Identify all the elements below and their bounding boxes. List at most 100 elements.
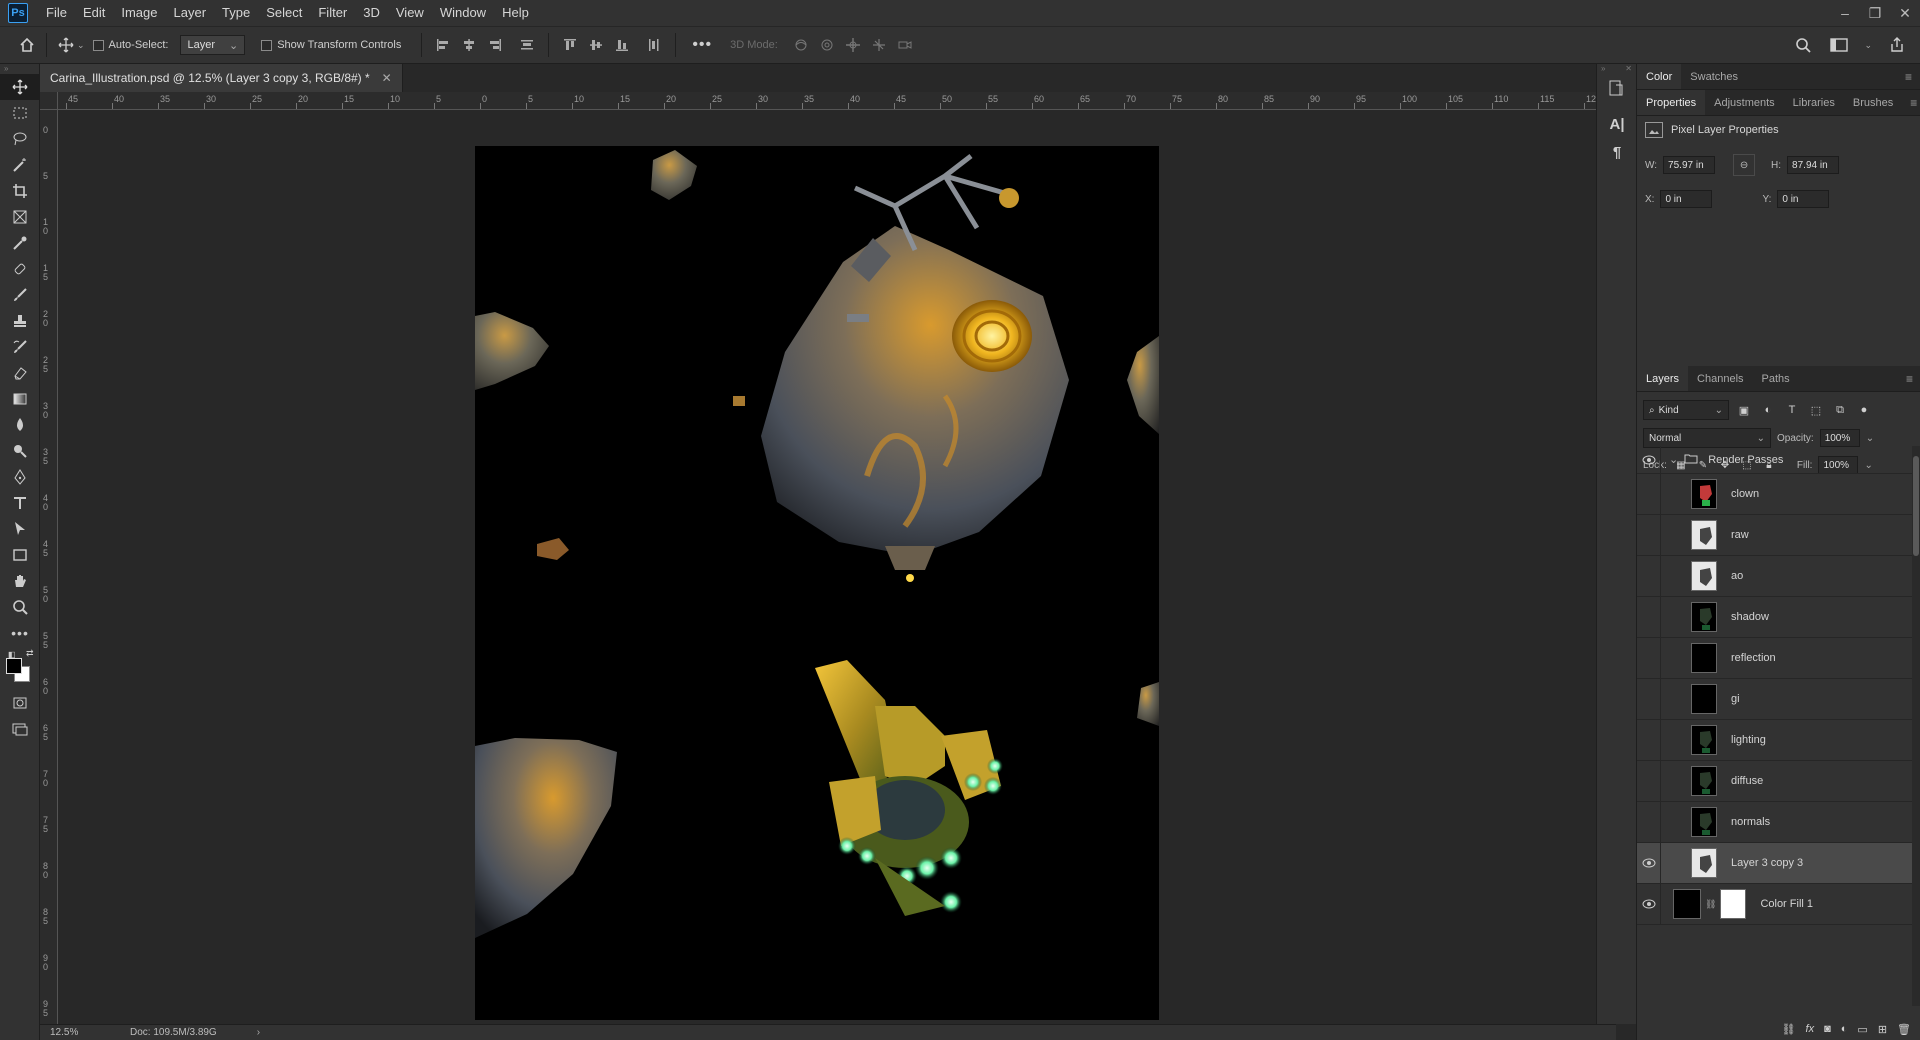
- move-tool-icon[interactable]: [0, 74, 40, 100]
- auto-select-dropdown[interactable]: Layer ⌄: [180, 35, 246, 55]
- swap-colors-icon[interactable]: ⇄: [26, 648, 34, 659]
- layer-group-render-passes[interactable]: ⌄ Render Passes: [1637, 446, 1913, 474]
- chevron-down-icon[interactable]: ⌄: [77, 40, 85, 51]
- eye-icon[interactable]: [1637, 802, 1661, 842]
- align-right-icon[interactable]: [486, 36, 504, 54]
- tab-swatches[interactable]: Swatches: [1681, 64, 1747, 89]
- chevron-right-icon[interactable]: ›: [257, 1027, 260, 1038]
- menu-3d[interactable]: 3D: [355, 0, 388, 26]
- tab-color[interactable]: Color: [1637, 64, 1682, 89]
- layer-row[interactable]: Layer 3 copy 3: [1637, 843, 1913, 884]
- menu-edit[interactable]: Edit: [75, 0, 113, 26]
- chevron-down-icon[interactable]: ⌄: [1864, 40, 1872, 51]
- layer-row[interactable]: gi: [1637, 679, 1913, 720]
- height-input[interactable]: 87.94 in: [1787, 156, 1840, 174]
- ruler-origin[interactable]: [40, 92, 58, 110]
- eye-icon[interactable]: [1637, 515, 1661, 555]
- show-transform-controls-checkbox[interactable]: Show Transform Controls: [261, 39, 401, 51]
- eraser-icon[interactable]: [0, 360, 40, 386]
- shape-filter-icon[interactable]: ⬚: [1807, 401, 1825, 419]
- align-middle-icon[interactable]: [587, 36, 605, 54]
- tab-adjustments[interactable]: Adjustments: [1705, 90, 1784, 115]
- link-layers-icon[interactable]: ⛓: [1782, 1023, 1796, 1036]
- eyedropper-icon[interactable]: [0, 230, 40, 256]
- horizontal-ruler[interactable]: 45 40 35 30 25 20 15 10 5 0 5 10 15 20 25 30 35 40 45 50 55 6…: [58, 92, 1616, 110]
- menu-window[interactable]: Window: [432, 0, 494, 26]
- blur-tool-icon[interactable]: [0, 412, 40, 438]
- auto-select-checkbox[interactable]: Auto-Select:: [92, 39, 168, 51]
- menu-layer[interactable]: Layer: [166, 0, 215, 26]
- new-group-icon[interactable]: ▭: [1857, 1023, 1867, 1036]
- adjustment-layer-icon[interactable]: ◐: [1841, 1023, 1848, 1035]
- home-icon[interactable]: [16, 34, 38, 56]
- eye-icon[interactable]: [1637, 597, 1661, 637]
- x-input[interactable]: 0 in: [1660, 190, 1713, 208]
- layer-kind-filter[interactable]: ⌕ Kind ⌄: [1643, 400, 1729, 420]
- expand-panels-icon[interactable]: »: [1601, 64, 1605, 74]
- link-icon[interactable]: ⛓: [1705, 899, 1716, 910]
- gradient-tool-icon[interactable]: [0, 386, 40, 412]
- layer-row[interactable]: diffuse: [1637, 761, 1913, 802]
- history-panel-icon[interactable]: [1597, 74, 1637, 102]
- link-icon[interactable]: ⊖: [1733, 154, 1756, 176]
- pixel-filter-icon[interactable]: ▣: [1735, 401, 1753, 419]
- y-input[interactable]: 0 in: [1777, 190, 1830, 208]
- eye-icon[interactable]: [1637, 720, 1661, 760]
- align-top-icon[interactable]: [561, 36, 579, 54]
- eye-icon[interactable]: [1637, 638, 1661, 678]
- more-options-icon[interactable]: •••: [692, 36, 712, 54]
- zoom-tool-icon[interactable]: [0, 594, 40, 620]
- tab-paths[interactable]: Paths: [1753, 366, 1799, 391]
- filter-toggle-icon[interactable]: ●: [1855, 401, 1873, 419]
- menu-type[interactable]: Type: [214, 0, 258, 26]
- align-left-icon[interactable]: [434, 36, 452, 54]
- tab-brushes[interactable]: Brushes: [1844, 90, 1902, 115]
- eye-icon[interactable]: [1637, 556, 1661, 596]
- layer-row[interactable]: lighting: [1637, 720, 1913, 761]
- align-center-icon[interactable]: [460, 36, 478, 54]
- eye-icon[interactable]: [1637, 446, 1661, 473]
- healing-brush-icon[interactable]: [0, 256, 40, 282]
- fx-icon[interactable]: fx: [1806, 1023, 1815, 1035]
- move-tool-icon[interactable]: [55, 34, 77, 56]
- paragraph-panel-icon[interactable]: ¶: [1597, 138, 1637, 166]
- crop-tool-icon[interactable]: [0, 178, 40, 204]
- tab-properties[interactable]: Properties: [1637, 90, 1706, 115]
- path-selection-icon[interactable]: [0, 516, 40, 542]
- blend-mode-dropdown[interactable]: Normal ⌄: [1643, 428, 1771, 448]
- menu-select[interactable]: Select: [258, 0, 310, 26]
- magic-wand-icon[interactable]: [0, 152, 40, 178]
- distribute-vertical-icon[interactable]: [645, 36, 663, 54]
- eye-icon[interactable]: [1637, 679, 1661, 719]
- document-tab[interactable]: Carina_Illustration.psd @ 12.5% (Layer 3…: [40, 64, 403, 92]
- width-input[interactable]: 75.97 in: [1663, 156, 1716, 174]
- eye-icon[interactable]: [1637, 884, 1661, 924]
- adjustment-filter-icon[interactable]: ◐: [1759, 401, 1777, 419]
- color-swatches[interactable]: ◧ ⇄: [0, 646, 40, 690]
- layer-row[interactable]: clown: [1637, 474, 1913, 515]
- restore-icon[interactable]: ❐: [1860, 0, 1890, 26]
- opacity-input[interactable]: 100%: [1819, 429, 1860, 447]
- eye-icon[interactable]: [1637, 761, 1661, 801]
- type-tool-icon[interactable]: [0, 490, 40, 516]
- search-icon[interactable]: [1792, 34, 1814, 56]
- marquee-tool-icon[interactable]: [0, 100, 40, 126]
- vertical-ruler[interactable]: 0 5 1 0 1 5 2 0 2 5 3 0 3 5 4 0 4 5 5 0 5 5 6 0 6 5 7 …: [40, 110, 58, 1024]
- panel-menu-icon[interactable]: ≡: [1902, 90, 1920, 115]
- rectangle-tool-icon[interactable]: [0, 542, 40, 568]
- menu-help[interactable]: Help: [494, 0, 537, 26]
- quick-mask-icon[interactable]: [0, 690, 40, 716]
- distribute-icon[interactable]: [518, 36, 536, 54]
- layer-row[interactable]: reflection: [1637, 638, 1913, 679]
- layer-row[interactable]: normals: [1637, 802, 1913, 843]
- trash-icon[interactable]: 🗑︎: [1897, 1023, 1911, 1036]
- eye-icon[interactable]: [1637, 474, 1661, 514]
- edit-toolbar-icon[interactable]: •••: [0, 620, 40, 646]
- layer-row[interactable]: ⛓ Color Fill 1: [1637, 884, 1913, 925]
- layer-row[interactable]: ao: [1637, 556, 1913, 597]
- collapse-toolbar-icon[interactable]: »: [0, 64, 39, 74]
- share-icon[interactable]: [1886, 34, 1908, 56]
- history-brush-icon[interactable]: [0, 334, 40, 360]
- chevron-down-icon[interactable]: ⌄: [1669, 453, 1678, 466]
- layer-row[interactable]: shadow: [1637, 597, 1913, 638]
